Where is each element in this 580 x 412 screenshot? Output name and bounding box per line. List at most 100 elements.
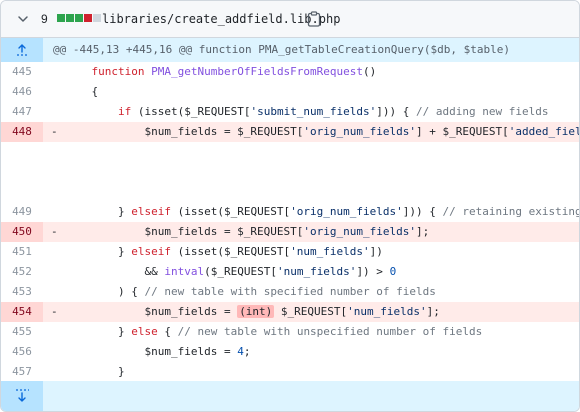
code-token: $num_fields = $_REQUEST[ xyxy=(65,125,304,138)
code-token: (isset($_REQUEST[ xyxy=(177,245,291,258)
code-text: { xyxy=(65,82,98,102)
code-token: && xyxy=(65,265,165,278)
code-token: } xyxy=(65,365,125,378)
code-token: (isset($_REQUEST[ xyxy=(137,105,251,118)
code-text: } elseif (isset($_REQUEST['num_fields']) xyxy=(65,242,383,262)
code-token: } xyxy=(65,205,132,218)
code-text: ) { // new table with specified number o… xyxy=(65,282,436,302)
context-line: 447 if (isset($_REQUEST['submit_num_fiel… xyxy=(1,102,579,122)
code-token: ]) xyxy=(369,245,383,258)
diff-marker: - xyxy=(51,305,58,318)
code-text: } elseif (isset($_REQUEST['orig_num_fiel… xyxy=(65,202,579,222)
diffstat-block-del xyxy=(84,14,92,22)
diff-marker: - xyxy=(51,125,58,138)
code-token: ($_REQUEST[ xyxy=(204,265,277,278)
code-token: 'num_fields' xyxy=(347,305,427,318)
line-number[interactable]: 448 xyxy=(1,122,43,142)
line-number[interactable]: 447 xyxy=(1,102,43,122)
diffstat-block-add xyxy=(75,14,83,22)
line-number[interactable]: 452 xyxy=(1,262,43,282)
line-number[interactable]: 446 xyxy=(1,82,43,102)
deleted-line: 448- $num_fields = $_REQUEST['orig_num_f… xyxy=(1,122,579,142)
hunk-header: @@ -445,13 +445,16 @@ function PMA_getTa… xyxy=(1,38,579,62)
code-token: () xyxy=(363,65,377,78)
code-text: } else { // new table with unspecified n… xyxy=(65,322,482,342)
code-token: ]; xyxy=(426,305,440,318)
context-line: 446 { xyxy=(1,82,579,102)
diff-lines: 445 function PMA_getNumberOfFieldsFromRe… xyxy=(1,62,579,382)
diffstat xyxy=(57,14,101,22)
code-token: function xyxy=(91,65,152,78)
blank-gap xyxy=(1,142,579,202)
code-token: intval xyxy=(164,265,205,278)
code-token: 'num_fields' xyxy=(290,245,370,258)
code-token: ]) > xyxy=(356,265,390,278)
line-number[interactable]: 456 xyxy=(1,342,43,362)
file-header: 9 libraries/create_addfield.lib.php xyxy=(1,1,579,38)
context-line: 449 } elseif (isset($_REQUEST['orig_num_… xyxy=(1,202,579,222)
line-number[interactable]: 454 xyxy=(1,302,43,322)
code-token: (isset($_REQUEST[ xyxy=(177,205,291,218)
code-token: ])) { xyxy=(376,105,417,118)
code-token: { xyxy=(65,85,99,98)
deleted-line: 450- $num_fields = $_REQUEST['orig_num_f… xyxy=(1,222,579,242)
code-text: $num_fields = $_REQUEST['orig_num_fields… xyxy=(65,222,429,242)
code-token: // new table with specified number of fi… xyxy=(144,285,436,298)
expand-down-button[interactable] xyxy=(1,381,43,411)
copy-icon[interactable] xyxy=(307,11,321,27)
line-number[interactable]: 449 xyxy=(1,202,43,222)
diff-file: 9 libraries/create_addfield.lib.php @@ -… xyxy=(0,0,580,412)
code-token: ) { xyxy=(65,285,145,298)
diffstat-block-neutral xyxy=(93,14,101,22)
code-text: $num_fields = 4; xyxy=(65,342,250,362)
code-text: $num_fields = (int) $_REQUEST['num_field… xyxy=(65,302,440,322)
code-token: 'orig_num_fields' xyxy=(303,225,417,238)
expand-footer xyxy=(1,381,579,411)
code-token: 0 xyxy=(389,265,397,278)
diffstat-block-add xyxy=(66,14,74,22)
code-text: if (isset($_REQUEST['submit_num_fields']… xyxy=(65,102,549,122)
code-text: function PMA_getNumberOfFieldsFromReques… xyxy=(65,62,377,82)
changes-count: 9 xyxy=(41,12,48,26)
file-name-link[interactable]: libraries/create_addfield.lib.php xyxy=(102,10,340,28)
context-line: 456 $num_fields = 4; xyxy=(1,342,579,362)
code-token: ]; xyxy=(416,225,430,238)
context-line: 451 } elseif (isset($_REQUEST['num_field… xyxy=(1,242,579,262)
hunk-header-text: @@ -445,13 +445,16 @@ function PMA_getTa… xyxy=(53,43,510,56)
code-token: ])) { xyxy=(402,205,443,218)
chevron-down-icon[interactable] xyxy=(17,13,29,25)
code-token: elseif xyxy=(131,205,178,218)
code-token: // new table with unspecified number of … xyxy=(177,325,483,338)
expand-up-icon xyxy=(17,44,27,56)
code-token: $num_fields = xyxy=(65,305,238,318)
line-number[interactable]: 455 xyxy=(1,322,43,342)
code-text: && intval($_REQUEST['num_fields']) > 0 xyxy=(65,262,396,282)
code-token: ; xyxy=(243,345,251,358)
context-line: 457 } xyxy=(1,362,579,382)
context-line: 452 && intval($_REQUEST['num_fields']) >… xyxy=(1,262,579,282)
code-token: $_REQUEST[ xyxy=(274,305,348,318)
code-token: 'added_fields' xyxy=(508,125,579,138)
line-number[interactable]: 450 xyxy=(1,222,43,242)
code-token: 'orig_num_fields' xyxy=(290,205,403,218)
expand-up-button[interactable] xyxy=(1,38,43,62)
code-token: else xyxy=(131,325,165,338)
context-line: 453 ) { // new table with specified numb… xyxy=(1,282,579,302)
context-line: 455 } else { // new table with unspecifi… xyxy=(1,322,579,342)
line-number[interactable]: 453 xyxy=(1,282,43,302)
changed-token: (int) xyxy=(237,305,275,318)
line-number[interactable]: 451 xyxy=(1,242,43,262)
code-token: 'num_fields' xyxy=(276,265,357,278)
code-token: 'submit_num_fields' xyxy=(250,105,377,118)
code-text: $num_fields = $_REQUEST['orig_num_fields… xyxy=(65,122,579,142)
code-token: 'orig_num_fields' xyxy=(303,125,417,138)
diffstat-block-add xyxy=(57,14,65,22)
line-number[interactable]: 457 xyxy=(1,362,43,382)
code-token: } xyxy=(65,325,132,338)
code-token: PMA_getNumberOfFieldsFromRequest xyxy=(151,65,364,78)
code-token: { xyxy=(164,325,178,338)
line-number[interactable]: 445 xyxy=(1,62,43,82)
code-token: $num_fields = xyxy=(65,345,238,358)
code-text: } xyxy=(65,362,125,382)
